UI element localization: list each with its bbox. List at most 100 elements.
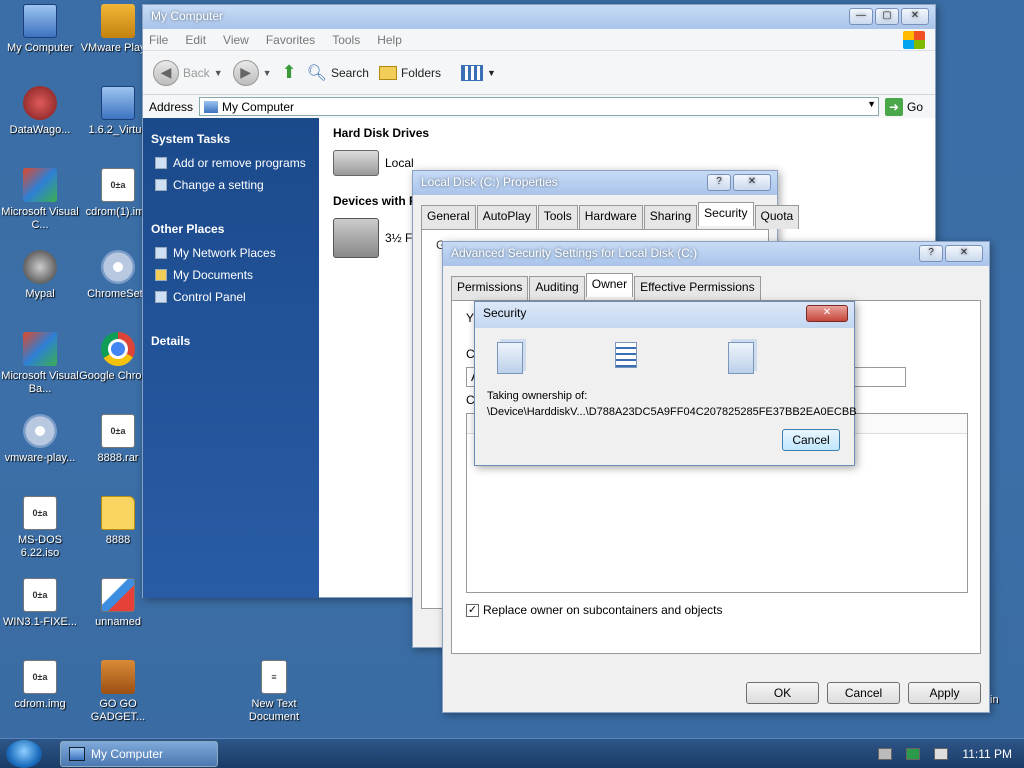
- up-folder-button[interactable]: ⬆: [282, 62, 297, 83]
- floppy-drive-icon: [333, 218, 379, 258]
- tab-sharing[interactable]: Sharing: [643, 205, 698, 229]
- address-input[interactable]: My Computer ▼: [199, 97, 880, 116]
- archive-icon: 0±a: [101, 414, 135, 448]
- advanced-title: Advanced Security Settings for Local Dis…: [451, 246, 698, 260]
- desktop-icon-mypal[interactable]: Mypal: [0, 250, 80, 301]
- menu-help[interactable]: Help: [377, 33, 402, 47]
- menu-edit[interactable]: Edit: [185, 33, 206, 47]
- tab-quota[interactable]: Quota: [754, 205, 800, 229]
- apply-button[interactable]: Apply: [908, 682, 981, 704]
- desktop-icon-new-text-document[interactable]: ≡ New Text Document: [234, 660, 314, 724]
- maximize-button[interactable]: ▢: [875, 8, 899, 25]
- desktop-icon-cdrom-img[interactable]: 0±a cdrom.img: [0, 660, 80, 711]
- image-file-icon: 0±a: [101, 168, 135, 202]
- back-button[interactable]: ◀ Back ▼: [153, 59, 223, 86]
- my-network-places-link[interactable]: My Network Places: [155, 246, 311, 260]
- start-button[interactable]: [6, 740, 42, 768]
- minimize-button[interactable]: —: [849, 8, 873, 25]
- tab-owner[interactable]: Owner: [585, 273, 634, 297]
- system-tray: 11:11 PM: [878, 739, 1024, 768]
- network-icon: [155, 247, 167, 259]
- close-button[interactable]: ✕: [945, 245, 983, 262]
- chevron-down-icon: ▼: [486, 67, 496, 78]
- forward-button[interactable]: ▶ ▼: [232, 59, 272, 86]
- visual-basic-icon: [23, 332, 57, 366]
- installer-icon: [23, 414, 57, 448]
- folder-icon: [101, 496, 135, 530]
- ownership-message: Taking ownership of: \Device\HarddiskV..…: [487, 390, 857, 418]
- vmware-icon: [101, 4, 135, 38]
- views-icon: [460, 64, 483, 81]
- menu-tools[interactable]: Tools: [332, 33, 360, 47]
- tab-effective-permissions[interactable]: Effective Permissions: [634, 276, 761, 300]
- menu-favorites[interactable]: Favorites: [266, 33, 315, 47]
- add-remove-programs-link[interactable]: Add or remove programs: [155, 156, 311, 170]
- tab-hardware[interactable]: Hardware: [578, 205, 643, 229]
- network-icon[interactable]: [906, 748, 921, 760]
- tab-auditing[interactable]: Auditing: [529, 276, 585, 300]
- folders-button[interactable]: Folders: [378, 65, 441, 80]
- desktop-icon-win31[interactable]: 0±a WIN3.1-FIXE...: [0, 578, 80, 629]
- iso-file-icon: 0±a: [23, 496, 57, 530]
- clock[interactable]: 11:11 PM: [962, 747, 1012, 761]
- search-button[interactable]: 🔍︎ Search: [307, 63, 369, 83]
- visual-c-icon: [23, 168, 57, 202]
- address-bar: Address My Computer ▼ ➜ Go: [143, 95, 935, 119]
- forward-arrow-icon: ▶: [232, 59, 259, 86]
- control-panel-link[interactable]: Control Panel: [155, 290, 311, 304]
- replace-owner-option[interactable]: ✓ Replace owner on subcontainers and obj…: [466, 603, 722, 617]
- change-setting-link[interactable]: Change a setting: [155, 178, 311, 192]
- taskbar-button-my-computer[interactable]: My Computer: [60, 741, 218, 767]
- volume-icon[interactable]: [934, 748, 949, 760]
- tab-permissions[interactable]: Permissions: [451, 276, 529, 300]
- desktop-icon-my-computer[interactable]: My Computer: [0, 4, 80, 55]
- other-places-title: Other Places: [151, 222, 225, 236]
- tab-general[interactable]: General: [421, 205, 476, 229]
- desktop-icon-datawago[interactable]: DataWago...: [0, 86, 80, 137]
- menu-view[interactable]: View: [223, 33, 249, 47]
- partial-label: Y: [466, 311, 475, 325]
- help-button[interactable]: ?: [707, 174, 731, 191]
- taskbar: My Computer 11:11 PM: [0, 738, 1024, 768]
- chevron-down-icon[interactable]: ▼: [867, 99, 876, 109]
- desktop-icon-vmware-player-installer[interactable]: vmware-play...: [0, 414, 80, 465]
- desktop-icon-msdos-iso[interactable]: 0±a MS-DOS 6.22.iso: [0, 496, 80, 560]
- details-title[interactable]: Details: [151, 334, 311, 348]
- go-button[interactable]: ➜ Go: [885, 97, 923, 116]
- tab-security[interactable]: Security: [698, 202, 754, 226]
- replace-owner-checkbox[interactable]: ✓: [466, 603, 479, 617]
- close-button[interactable]: ✕: [806, 305, 848, 322]
- cancel-button[interactable]: Cancel: [782, 429, 840, 451]
- advanced-titlebar[interactable]: Advanced Security Settings for Local Dis…: [443, 242, 989, 266]
- keyboard-icon[interactable]: [878, 748, 893, 760]
- system-tasks-title: System Tasks: [151, 132, 231, 146]
- menu-file[interactable]: File: [149, 33, 168, 47]
- folder-icon: [155, 269, 167, 281]
- my-computer-titlebar[interactable]: My Computer — ▢ ✕: [143, 5, 935, 29]
- cancel-button[interactable]: Cancel: [827, 682, 900, 704]
- briefcase-icon: [101, 660, 135, 694]
- desktop-icon-go-go-gadget[interactable]: GO GO GADGET...: [78, 660, 158, 724]
- dialog-buttons: OK Cancel Apply: [746, 682, 981, 704]
- hard-disk-drives-heading: Hard Disk Drives: [333, 126, 430, 140]
- ok-button[interactable]: OK: [746, 682, 819, 704]
- image-file-icon: [101, 578, 135, 612]
- my-documents-link[interactable]: My Documents: [155, 268, 311, 282]
- security-titlebar[interactable]: Security ✕: [475, 302, 854, 328]
- document-icon: [728, 342, 754, 374]
- computer-icon: [23, 4, 57, 38]
- desktop-icon-visual-c[interactable]: Microsoft Visual C...: [0, 168, 80, 232]
- image-file-icon: 0±a: [23, 660, 57, 694]
- help-button[interactable]: ?: [919, 245, 943, 262]
- close-button[interactable]: ✕: [733, 174, 771, 191]
- tab-tools[interactable]: Tools: [537, 205, 578, 229]
- properties-titlebar[interactable]: Local Disk (C:) Properties ? ✕: [413, 171, 777, 195]
- close-button[interactable]: ✕: [901, 8, 929, 25]
- text-file-icon: ≡: [261, 660, 287, 694]
- advanced-tabs: Permissions Auditing Owner Effective Per…: [443, 266, 989, 300]
- desktop-icon-visual-basic[interactable]: Microsoft Visual Ba...: [0, 332, 80, 396]
- properties-title: Local Disk (C:) Properties: [421, 175, 558, 189]
- menu-bar: File Edit View Favorites Tools Help: [143, 29, 935, 51]
- views-button[interactable]: ▼: [460, 64, 496, 81]
- tab-autoplay[interactable]: AutoPlay: [476, 205, 537, 229]
